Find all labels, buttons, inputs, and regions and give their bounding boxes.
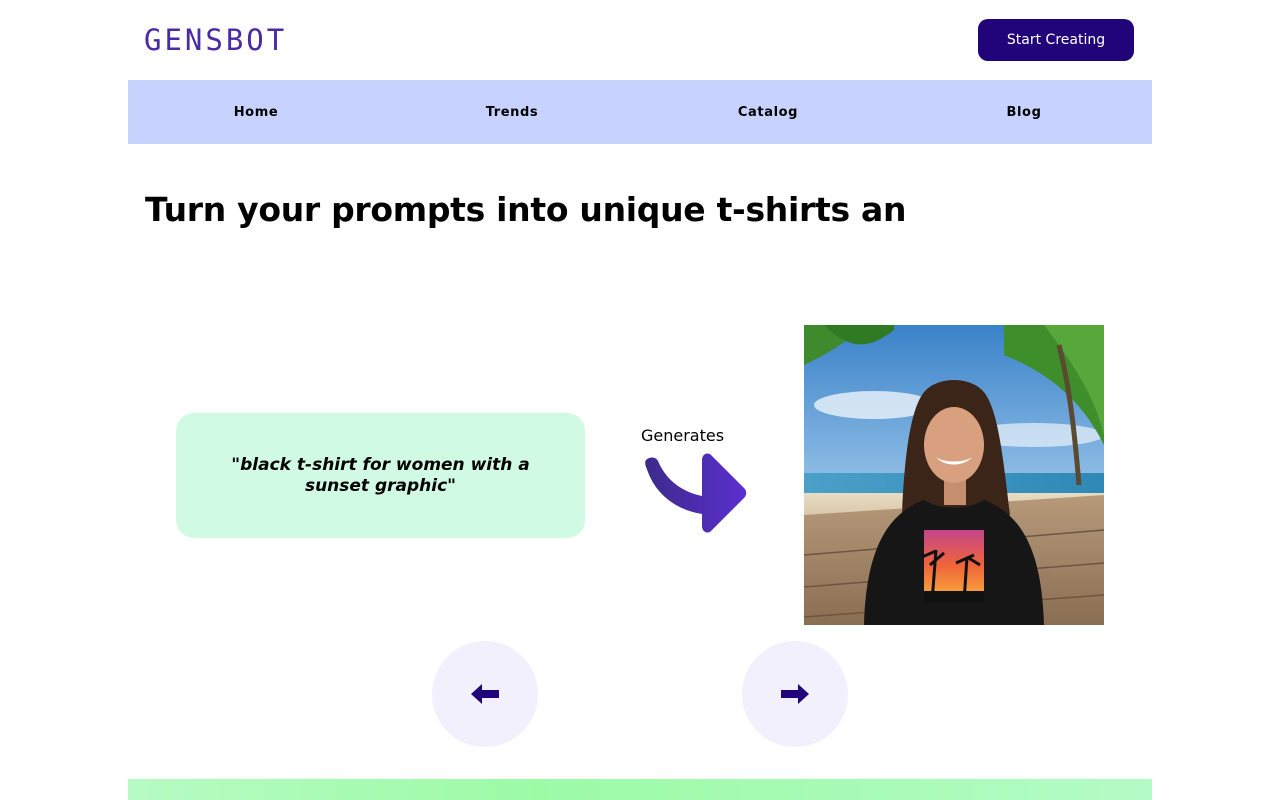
carousel-prev-button[interactable] bbox=[432, 641, 538, 747]
curved-arrow-icon bbox=[645, 453, 747, 533]
nav-item-catalog[interactable]: Catalog bbox=[640, 80, 896, 144]
prompt-card: "black t-shirt for women with a sunset g… bbox=[176, 413, 585, 538]
carousel-next-button[interactable] bbox=[742, 641, 848, 747]
nav-item-home[interactable]: Home bbox=[128, 80, 384, 144]
arrow-right-icon bbox=[781, 684, 809, 704]
hero-title: Turn your prompts into unique t-shirts a… bbox=[145, 190, 907, 229]
site-header: GENSBOT Start Creating bbox=[128, 0, 1152, 80]
generates-label: Generates bbox=[641, 426, 725, 445]
prompt-text: "black t-shirt for women with a sunset g… bbox=[231, 454, 530, 496]
nav-item-blog[interactable]: Blog bbox=[896, 80, 1152, 144]
main-nav: Home Trends Catalog Blog bbox=[128, 80, 1152, 144]
start-creating-button[interactable]: Start Creating bbox=[978, 19, 1134, 61]
generated-product-image bbox=[804, 325, 1104, 625]
arrow-left-icon bbox=[471, 684, 499, 704]
nav-item-trends[interactable]: Trends bbox=[384, 80, 640, 144]
product-photo bbox=[804, 325, 1104, 625]
logo[interactable]: GENSBOT bbox=[144, 26, 287, 55]
footer-band bbox=[128, 779, 1152, 800]
